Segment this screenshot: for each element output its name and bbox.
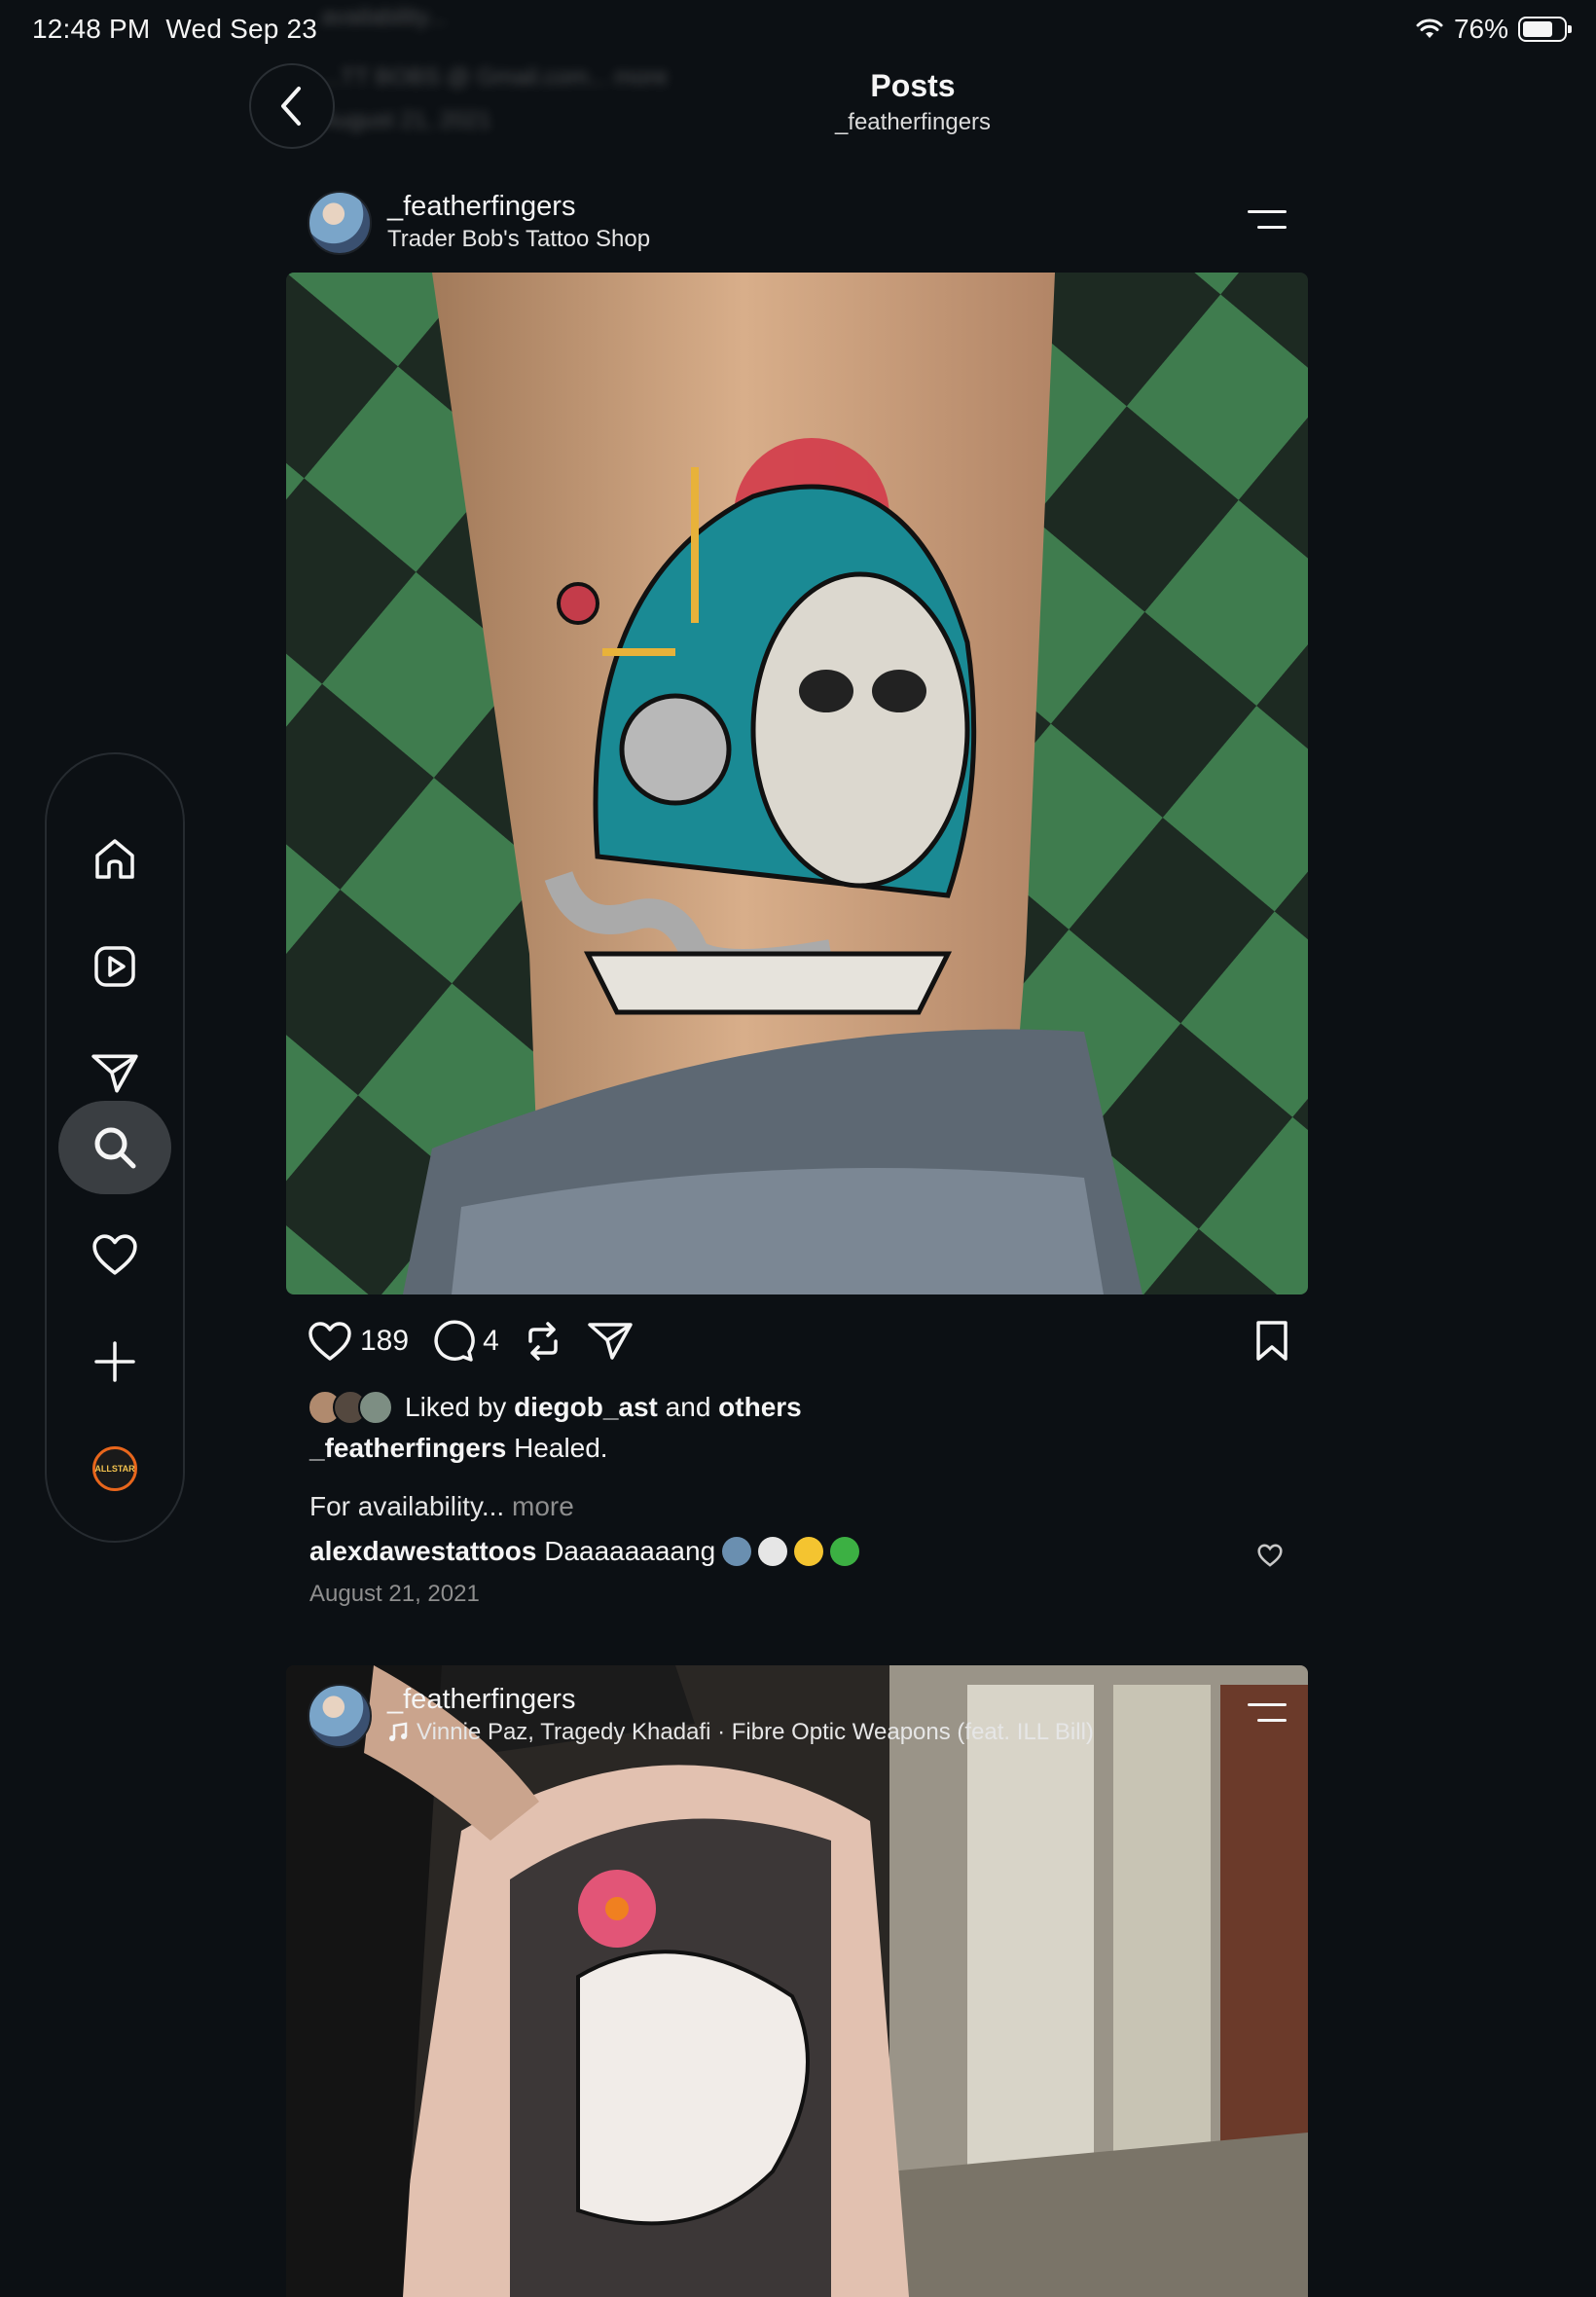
heart-icon: [92, 1234, 137, 1275]
page-title: Posts: [870, 68, 956, 103]
liked-by[interactable]: Liked by diegob_ast and others: [308, 1390, 802, 1425]
home-icon: [95, 839, 134, 879]
battery-icon: [1518, 17, 1572, 42]
caption-continued: For availability... more: [309, 1491, 574, 1522]
direct-icon: [91, 1054, 138, 1093]
audio-track: Vinnie Paz, Tragedy Khadafi · Fibre Opti…: [417, 1719, 1094, 1745]
liker-avatars: [308, 1390, 393, 1425]
share-button[interactable]: [587, 1321, 634, 1362]
caption-text: Healed.: [514, 1433, 608, 1463]
liked-prefix: Liked by: [405, 1392, 507, 1422]
nav-profile[interactable]: ALLSTAR: [58, 1422, 171, 1515]
post-photo[interactable]: [286, 273, 1308, 1294]
caption-username[interactable]: _featherfingers: [309, 1433, 506, 1463]
nav-home[interactable]: [58, 813, 171, 906]
caption-line: For availability...: [309, 1491, 505, 1521]
status-indicators: 76%: [1415, 14, 1572, 45]
like-button[interactable]: 189: [308, 1321, 409, 1362]
status-time: 12:48 PM Wed Sep 23: [32, 14, 317, 45]
profile-avatar: ALLSTAR: [92, 1446, 137, 1491]
avatar: [358, 1390, 393, 1425]
tattoo-photo: [286, 273, 1308, 1294]
date-label: Wed Sep 23: [165, 14, 318, 44]
ghost-line: availability...: [321, 4, 447, 30]
menu-line: [1248, 1703, 1287, 1706]
menu-line: [1248, 210, 1287, 213]
music-note-icon: [389, 1722, 408, 1741]
post-audio[interactable]: Vinnie Paz, Tragedy Khadafi · Fibre Opti…: [387, 1719, 1094, 1746]
repost-icon: [528, 1322, 558, 1361]
liked-others[interactable]: others: [718, 1392, 802, 1423]
robot-emoji-icon: [722, 1537, 752, 1566]
reels-icon: [94, 946, 135, 987]
nav-search[interactable]: [58, 1101, 171, 1194]
heart-icon: [1257, 1544, 1283, 1567]
post-username[interactable]: _featherfingers: [387, 191, 575, 223]
comment-preview: alexdawestattoos Daaaaaaaang: [309, 1536, 860, 1567]
bookmark-icon: [1256, 1321, 1288, 1361]
search-icon: [94, 1127, 136, 1169]
comment-count: 4: [483, 1325, 499, 1357]
liked-user[interactable]: diegob_ast: [514, 1392, 658, 1423]
comment-icon: [434, 1320, 475, 1362]
skull-emoji-icon: [758, 1537, 788, 1566]
avatar[interactable]: [308, 191, 372, 255]
comment-username[interactable]: alexdawestattoos: [309, 1536, 536, 1567]
comment-button[interactable]: 4: [432, 1320, 499, 1363]
menu-icon[interactable]: [1244, 206, 1287, 236]
post-date: August 21, 2021: [309, 1581, 480, 1607]
heart-icon: [308, 1322, 351, 1361]
green-heart-emoji-icon: [830, 1537, 860, 1566]
more-link[interactable]: more: [512, 1491, 574, 1521]
page-subtitle: _featherfingers: [834, 109, 992, 135]
send-icon: [588, 1323, 633, 1360]
sidebar-nav: ALLSTAR: [45, 752, 185, 1543]
post-location[interactable]: Trader Bob's Tattoo Shop: [387, 226, 650, 253]
caption: _featherfingers Healed.: [309, 1433, 608, 1464]
post-header: _featherfingers Vinnie Paz, Tragedy Khad…: [286, 1684, 1308, 1771]
post-actions: 189 4: [308, 1314, 1290, 1368]
post-username[interactable]: _featherfingers: [387, 1684, 575, 1716]
avatar[interactable]: [308, 1684, 372, 1748]
nav-reels[interactable]: [58, 920, 171, 1013]
status-bar: 12:48 PM Wed Sep 23 76%: [0, 0, 1596, 62]
liked-and: and: [665, 1392, 711, 1422]
dizzy-emoji-icon: [794, 1537, 824, 1566]
menu-line: [1257, 1719, 1287, 1722]
clock: 12:48 PM: [32, 14, 151, 44]
like-count: 189: [360, 1325, 410, 1357]
nav-create[interactable]: [58, 1315, 171, 1408]
comment-text: Daaaaaaaang: [544, 1536, 716, 1566]
post-header: _featherfingers Trader Bob's Tattoo Shop: [286, 191, 1308, 278]
menu-icon[interactable]: [1244, 1699, 1287, 1729]
battery-cap: [1568, 25, 1572, 33]
plus-icon: [94, 1341, 135, 1382]
comment-like-button[interactable]: [1257, 1544, 1283, 1572]
battery-fill: [1523, 21, 1553, 37]
menu-line: [1257, 226, 1287, 229]
wifi-icon: [1416, 18, 1443, 38]
battery-percent: 76%: [1453, 14, 1508, 44]
nav-activity[interactable]: [58, 1208, 171, 1301]
repost-button[interactable]: [523, 1320, 563, 1363]
save-button[interactable]: [1253, 1320, 1290, 1367]
profile-badge-text: ALLSTAR: [94, 1464, 135, 1474]
